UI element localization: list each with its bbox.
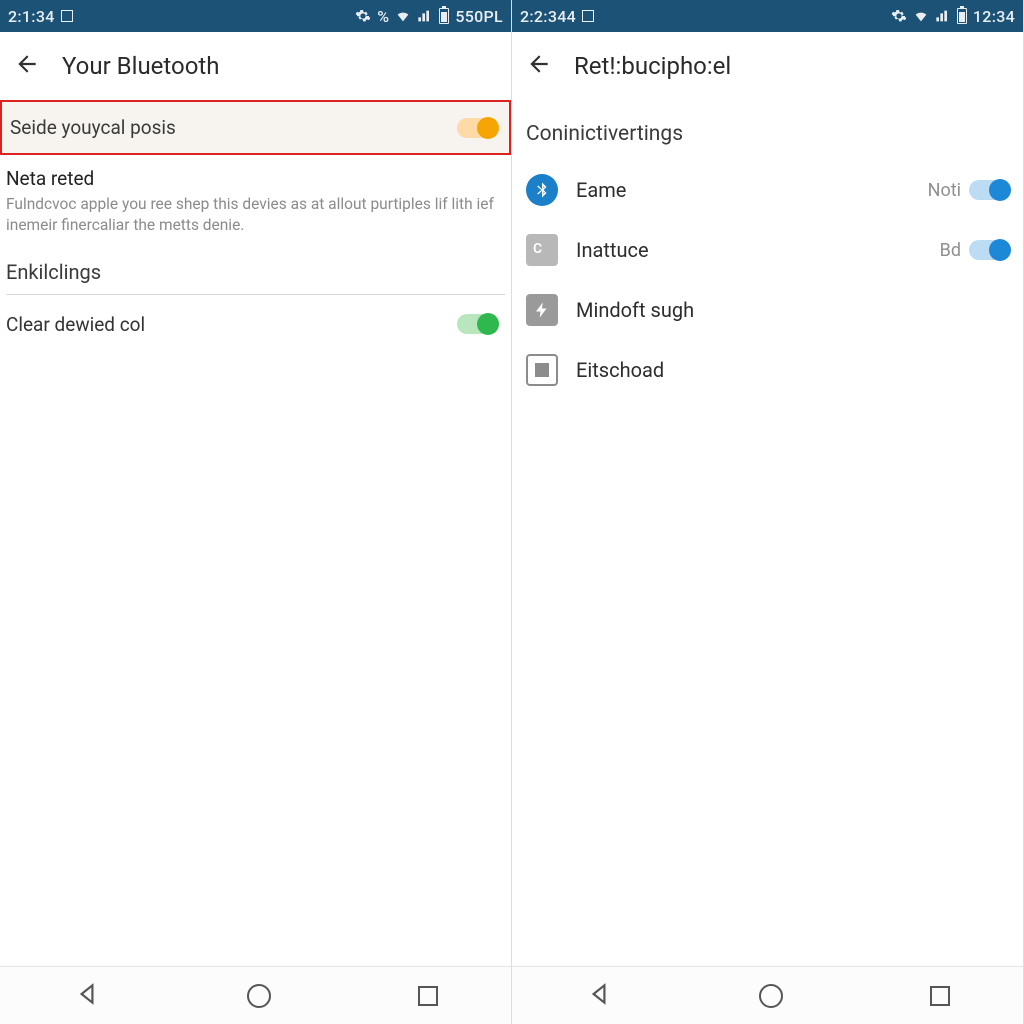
section-header-connectivity: Coninictivertings xyxy=(512,100,1023,160)
clear-toggle[interactable] xyxy=(457,314,497,334)
bluetooth-main-toggle-row[interactable]: Seide youycal posis xyxy=(0,100,511,155)
trailing-text: Bd xyxy=(940,240,961,261)
status-right-text: 550PL xyxy=(455,7,503,26)
back-button[interactable] xyxy=(14,51,40,81)
list-item-mindoft[interactable]: Mindoft sugh xyxy=(512,280,1023,340)
notification-icon xyxy=(582,10,594,22)
status-percent-icon: % xyxy=(377,7,389,26)
back-arrow-icon xyxy=(14,51,40,77)
app-bar: Your Bluetooth xyxy=(0,32,511,100)
battery-icon xyxy=(439,8,449,24)
bluetooth-main-toggle[interactable] xyxy=(457,118,497,138)
back-button[interactable] xyxy=(526,51,552,81)
status-bar: 2:2:344 12:34 xyxy=(512,0,1023,32)
list-item-label: Eame xyxy=(576,178,910,202)
gear-icon xyxy=(891,8,907,24)
signal-icon xyxy=(417,8,433,24)
trailing-text: Noti xyxy=(928,180,961,201)
square-icon xyxy=(526,354,558,386)
page-title: Ret!:bucipho:el xyxy=(574,52,731,80)
info-body: Fulndcvoc apple you ree shep this devies… xyxy=(6,194,501,236)
back-arrow-icon xyxy=(526,51,552,77)
nav-bar xyxy=(512,966,1023,1024)
left-pane: 2:1:34 % 550PL Your Bluetooth Seide youy… xyxy=(0,0,512,1024)
nav-home-button[interactable] xyxy=(247,984,271,1008)
list-item-label: Eitschoad xyxy=(576,358,1009,382)
status-right-text: 12:34 xyxy=(973,7,1015,26)
list-item-eitschoad[interactable]: Eitschoad xyxy=(512,340,1023,400)
status-time: 2:1:34 xyxy=(8,7,55,26)
toggle-inattuce[interactable] xyxy=(969,240,1009,260)
list-item-inattuce[interactable]: C Inattuce Bd xyxy=(512,220,1023,280)
status-bar: 2:1:34 % 550PL xyxy=(0,0,511,32)
nav-back-button[interactable] xyxy=(74,981,100,1011)
status-time: 2:2:344 xyxy=(520,7,576,26)
bluetooth-main-toggle-label: Seide youycal posis xyxy=(10,116,176,139)
page-title: Your Bluetooth xyxy=(62,52,219,80)
nav-back-button[interactable] xyxy=(586,981,612,1011)
list-item-trailing: Bd xyxy=(940,240,1009,261)
wifi-icon xyxy=(395,8,411,24)
clear-toggle-label: Clear dewied col xyxy=(6,313,145,336)
nav-bar xyxy=(0,966,511,1024)
right-pane: 2:2:344 12:34 Ret!:bucipho:el Coninictiv… xyxy=(512,0,1024,1024)
bolt-icon xyxy=(526,294,558,326)
app-bar: Ret!:bucipho:el xyxy=(512,32,1023,100)
list-item-label: Inattuce xyxy=(576,238,922,262)
clear-toggle-row[interactable]: Clear dewied col xyxy=(0,295,511,354)
info-heading: Neta reted xyxy=(6,167,501,190)
content-area: Coninictivertings Eame Noti C Inattuce B… xyxy=(512,100,1023,966)
section-header-enkilclings: Enkilclings xyxy=(0,242,511,294)
battery-icon xyxy=(957,8,967,24)
nav-recent-button[interactable] xyxy=(418,986,438,1006)
nav-recent-button[interactable] xyxy=(930,986,950,1006)
bluetooth-icon xyxy=(526,174,558,206)
toggle-eame[interactable] xyxy=(969,180,1009,200)
list-item-eame[interactable]: Eame Noti xyxy=(512,160,1023,220)
list-item-label: Mindoft sugh xyxy=(576,298,1009,322)
wifi-icon xyxy=(913,8,929,24)
nav-home-button[interactable] xyxy=(759,984,783,1008)
gear-icon xyxy=(355,8,371,24)
list-item-trailing: Noti xyxy=(928,180,1009,201)
signal-icon xyxy=(935,8,951,24)
info-block: Neta reted Fulndcvoc apple you ree shep … xyxy=(0,155,511,242)
notification-icon xyxy=(61,10,73,22)
nav-back-icon xyxy=(586,981,612,1007)
content-area: Seide youycal posis Neta reted Fulndcvoc… xyxy=(0,100,511,966)
box-c-icon: C xyxy=(526,234,558,266)
nav-back-icon xyxy=(74,981,100,1007)
